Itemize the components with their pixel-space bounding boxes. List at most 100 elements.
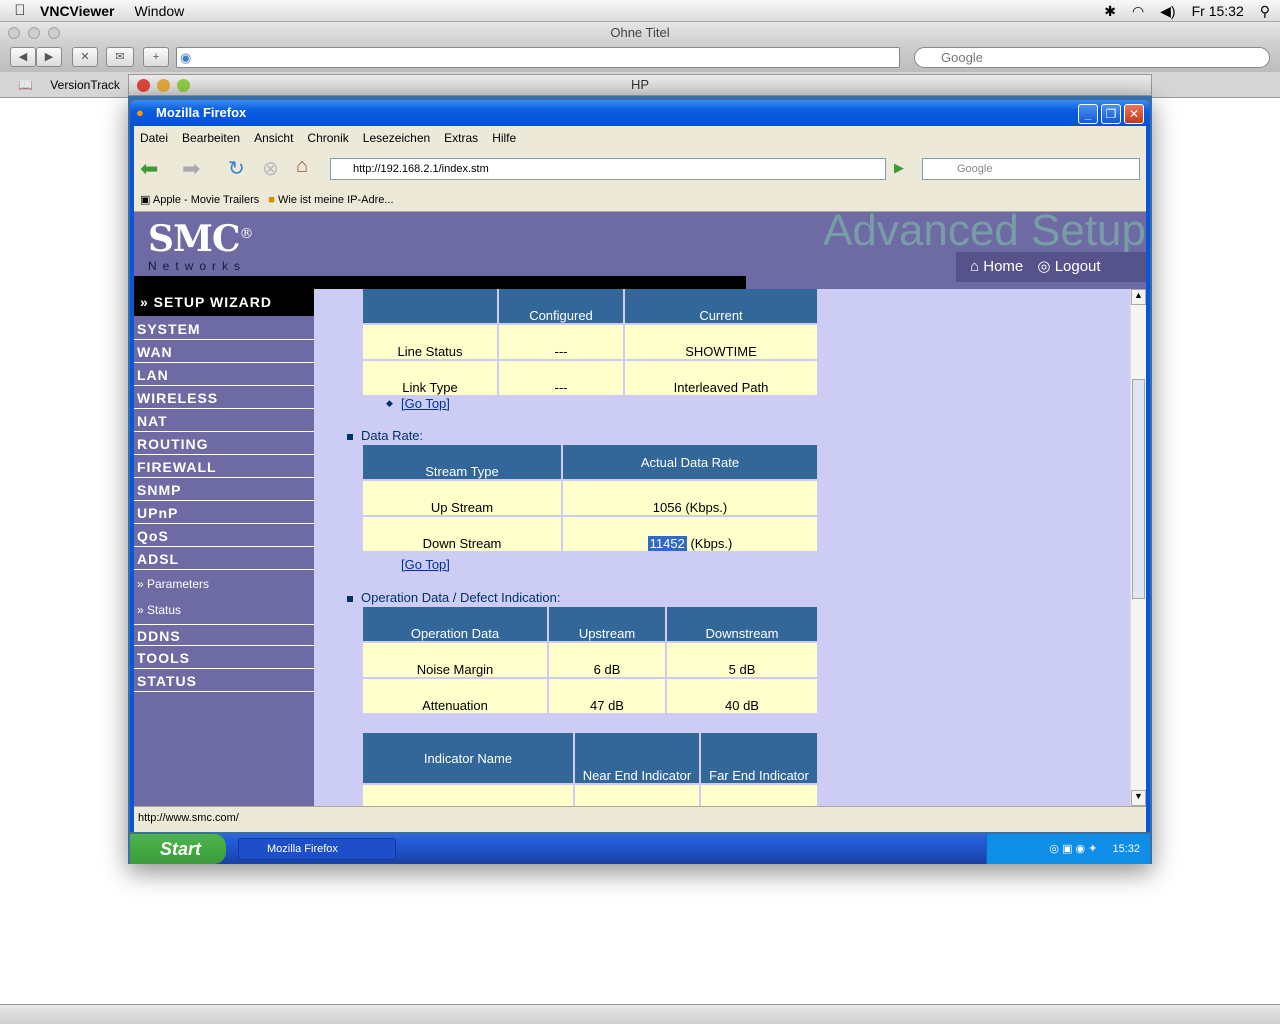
scroll-down-icon[interactable]: ▼ [1131, 790, 1146, 806]
nav-status[interactable]: STATUS [134, 670, 314, 692]
nav-routing[interactable]: ROUTING [134, 433, 314, 455]
smc-logo[interactable]: SMC® [148, 218, 254, 260]
safari-titlebar: Ohne Titel [0, 22, 1280, 44]
go-top-link[interactable]: [Go Top] [401, 396, 450, 411]
nav-firewall[interactable]: FIREWALL [134, 456, 314, 478]
safari-search-field[interactable]: Google [914, 47, 1270, 68]
back-icon[interactable]: ◀ [10, 47, 36, 67]
add-bookmark-icon[interactable]: + [143, 47, 169, 67]
home-link[interactable]: Home [983, 258, 1023, 275]
table-cell: 6 dB [549, 643, 665, 677]
table-header: Operation Data [363, 607, 547, 641]
safari-toolbar: ◀ ▶ ✕ ✉ + ◉ Google [0, 44, 1280, 72]
start-button[interactable]: Start [130, 834, 226, 864]
snapback-icon[interactable]: ✉ [106, 47, 134, 67]
back-arrow-icon[interactable]: ⬅ [140, 156, 158, 182]
menu-datei[interactable]: Datei [140, 131, 168, 145]
bookmarks-book-icon[interactable]: 📖 [18, 78, 33, 92]
stop-icon[interactable]: ✕ [72, 47, 98, 67]
table-cell [363, 785, 573, 806]
nav-adsl-status[interactable]: » Status [134, 599, 314, 621]
table-cell: --- [499, 361, 623, 395]
mac-menubar:  VNCViewer Window ✱ ◠ ◀) Fr 15:32 ⚲ [0, 0, 1280, 22]
nav-tools[interactable]: TOOLS [134, 647, 314, 669]
table-cell: Attenuation [363, 679, 547, 713]
selected-text[interactable]: 11452 [647, 536, 687, 551]
menu-ansicht[interactable]: Ansicht [254, 131, 293, 145]
table-cell: Noise Margin [363, 643, 547, 677]
go-icon[interactable]: ▶ [894, 160, 904, 176]
spotlight-icon[interactable]: ⚲ [1260, 3, 1270, 20]
safari-zoom-button[interactable] [48, 27, 60, 39]
close-icon[interactable]: ✕ [1124, 104, 1144, 124]
nav-qos[interactable]: QoS [134, 525, 314, 547]
xp-taskbar: Start Mozilla Firefox ◎ ▣ ◉ ✦ 15:32 [130, 834, 1150, 864]
go-top-link[interactable]: [Go Top] [401, 557, 450, 572]
search-field[interactable]: Google [922, 158, 1140, 180]
wifi-icon[interactable]: ◠ [1132, 3, 1144, 20]
nav-system[interactable]: SYSTEM [134, 318, 314, 340]
table-cell: Down Stream [363, 517, 561, 551]
bluetooth-icon[interactable]: ✱ [1104, 3, 1116, 20]
nav-wireless[interactable]: WIRELESS [134, 387, 314, 409]
safari-minimize-button[interactable] [28, 27, 40, 39]
scroll-up-icon[interactable]: ▲ [1131, 289, 1146, 305]
bookmark-versiontracker[interactable]: VersionTrack [50, 78, 120, 92]
forward-icon[interactable]: ▶ [36, 47, 62, 67]
logout-icon: ◎ [1037, 258, 1051, 275]
downstream-rate-cell[interactable]: 11452 (Kbps.) [563, 517, 817, 551]
menu-window[interactable]: Window [134, 3, 184, 19]
table-cell [575, 785, 699, 806]
table-header: Indicator Name [363, 733, 573, 783]
url-field[interactable]: http://192.168.2.1/index.stm [330, 158, 886, 180]
smc-logo-sub: Networks [148, 259, 247, 273]
router-header: SMC® Networks Advanced Setup ⌂ Home ◎ Lo… [134, 212, 1146, 289]
forward-arrow-icon[interactable]: ➡ [182, 156, 200, 182]
menu-lesezeichen[interactable]: Lesezeichen [363, 131, 430, 145]
nav-ddns[interactable]: DDNS [134, 624, 314, 646]
menu-app-name[interactable]: VNCViewer [40, 3, 114, 19]
line-status-table: Configured Current Line Status --- SHOWTIME… [361, 287, 819, 397]
safari-url-field[interactable]: ◉ [176, 47, 900, 68]
nav-snmp[interactable]: SNMP [134, 479, 314, 501]
nav-adsl[interactable]: ADSL [134, 548, 314, 570]
vnc-close-button[interactable] [137, 79, 150, 92]
safari-statusbar [0, 1004, 1280, 1024]
nav-adsl-parameters[interactable]: » Parameters [134, 573, 314, 595]
firefox-menubar: Datei Bearbeiten Ansicht Chronik Lesezei… [134, 126, 1146, 150]
nav-lan[interactable]: LAN [134, 364, 314, 386]
stop-load-icon[interactable]: ⊗ [262, 156, 279, 181]
firefox-bookmarks-bar: ▣ Apple - Movie Trailers ■ Wie ist meine… [134, 188, 1146, 212]
menu-extras[interactable]: Extras [444, 131, 478, 145]
nav-wan[interactable]: WAN [134, 341, 314, 363]
safari-close-button[interactable] [8, 27, 20, 39]
logout-link[interactable]: Logout [1055, 258, 1101, 275]
table-cell: 1056 (Kbps.) [563, 481, 817, 515]
table-header [363, 289, 497, 323]
apple-icon[interactable]:  [0, 2, 40, 19]
firefox-title: Mozilla Firefox [156, 105, 247, 120]
page-scrollbar[interactable]: ▲ ▼ [1130, 289, 1146, 806]
firefox-navbar: ⬅ ➡ ↻ ⊗ ⌂ http://192.168.2.1/index.stm ▶… [134, 150, 1146, 188]
menu-hilfe[interactable]: Hilfe [492, 131, 516, 145]
globe-icon: ◉ [180, 50, 192, 65]
volume-icon[interactable]: ◀) [1160, 3, 1175, 20]
home-icon[interactable]: ⌂ [296, 155, 308, 178]
bookmark-ip-address[interactable]: Wie ist meine IP-Adre... [278, 194, 394, 206]
nav-upnp[interactable]: UPnP [134, 502, 314, 524]
table-header: Actual Data Rate [563, 445, 817, 479]
tray-icons[interactable]: ◎ ▣ ◉ ✦ [1049, 843, 1097, 855]
vnc-minimize-button[interactable] [157, 79, 170, 92]
restore-icon[interactable]: ❐ [1101, 104, 1121, 124]
menu-bearbeiten[interactable]: Bearbeiten [182, 131, 240, 145]
reload-icon[interactable]: ↻ [228, 156, 245, 181]
vnc-zoom-button[interactable] [177, 79, 190, 92]
bookmark-apple-trailers[interactable]: Apple - Movie Trailers [153, 194, 259, 206]
nav-nat[interactable]: NAT [134, 410, 314, 432]
scroll-thumb[interactable] [1132, 379, 1145, 599]
menubar-clock[interactable]: Fr 15:32 [1192, 3, 1244, 19]
minimize-icon[interactable]: _ [1078, 104, 1098, 124]
setup-wizard-link[interactable]: » SETUP WIZARD [134, 289, 314, 316]
menu-chronik[interactable]: Chronik [307, 131, 348, 145]
taskbar-firefox[interactable]: Mozilla Firefox [238, 838, 396, 860]
